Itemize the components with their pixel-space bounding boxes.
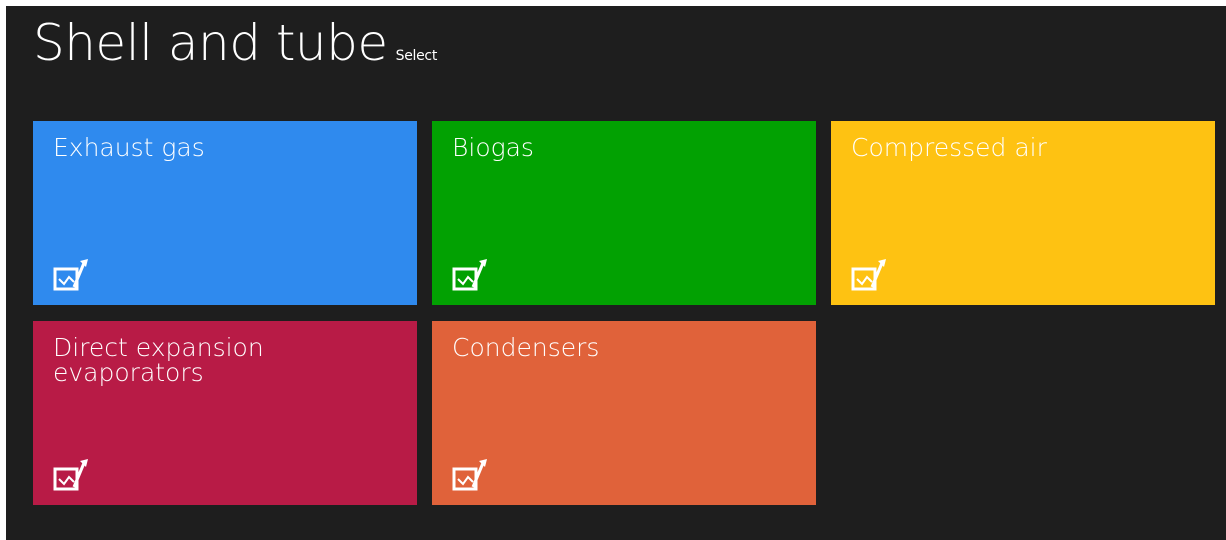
tile-label: Exhaust gas [53, 133, 205, 162]
tile-exhaust-gas[interactable]: Exhaust gas [33, 121, 417, 305]
tile-condensers[interactable]: Condensers [432, 321, 816, 505]
page-header: Shell and tube Select [33, 18, 437, 68]
tile-label: Direct expansion evaporators [53, 333, 264, 387]
chart-select-icon [53, 457, 89, 493]
tile-label: Biogas [452, 133, 534, 162]
tile-direct-expansion-evaporators[interactable]: Direct expansion evaporators [33, 321, 417, 505]
chart-select-icon [53, 257, 89, 293]
page-subtitle: Select [395, 48, 438, 64]
tile-biogas[interactable]: Biogas [432, 121, 816, 305]
tile-compressed-air[interactable]: Compressed air [831, 121, 1215, 305]
chart-select-icon [452, 457, 488, 493]
app-window: Shell and tube Select Exhaust gas Biogas [6, 6, 1226, 540]
tile-label: Compressed air [851, 133, 1047, 162]
chart-select-icon [452, 257, 488, 293]
chart-select-icon [851, 257, 887, 293]
tile-label: Condensers [452, 333, 600, 362]
page-title: Shell and tube [33, 14, 388, 72]
